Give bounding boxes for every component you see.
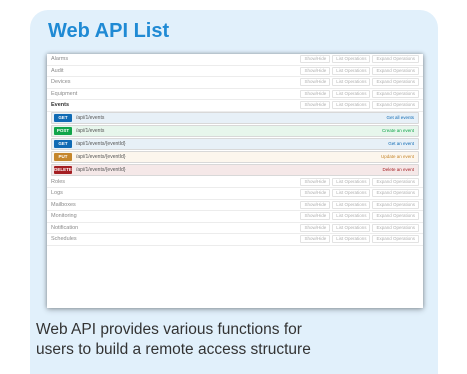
list-operations-link[interactable]: List Operations (332, 212, 371, 221)
endpoint-description: Get an event (388, 141, 414, 146)
expand-operations-link[interactable]: Expand Operations (372, 66, 419, 75)
endpoint-description: Update an event (380, 154, 414, 159)
list-operations-link[interactable]: List Operations (332, 177, 371, 186)
api-group-name: Logs (51, 190, 63, 197)
list-operations-link[interactable]: List Operations (332, 235, 371, 244)
api-group-row[interactable]: Monitoring Show/Hide List Operations Expand… (47, 211, 423, 223)
http-method-badge: POST (54, 126, 72, 135)
api-group-name: Mailboxes (51, 201, 76, 208)
api-group-name: Roles (51, 178, 66, 185)
api-group-row[interactable]: Alarms Show/Hide List Operations Expand Ope… (47, 54, 423, 66)
show-hide-link[interactable]: Show/Hide (300, 66, 331, 75)
api-group-actions: Show/Hide List Operations Expand Operation… (300, 235, 423, 244)
show-hide-link[interactable]: Show/Hide (300, 177, 331, 186)
endpoint-path: /api/1/events/{eventId} (76, 140, 126, 147)
api-group-name: Notification (51, 224, 79, 231)
show-hide-link[interactable]: Show/Hide (300, 78, 331, 87)
caption-line-2: users to build a remote access structure (36, 341, 311, 358)
http-method-badge: DELETE (54, 165, 72, 174)
api-group-actions: Show/Hide List Operations Expand Operati… (300, 101, 423, 110)
list-operations-link[interactable]: List Operations (332, 223, 371, 232)
show-hide-link[interactable]: Show/Hide (300, 223, 331, 232)
api-group-actions: Show/Hide List Operations Expand Operation… (300, 189, 423, 198)
endpoint-row[interactable]: POST/api/1/events Create an event (51, 124, 419, 137)
api-group-actions: Show/Hide List Operations Expand Operation… (300, 177, 423, 186)
list-operations-link[interactable]: List Operations (332, 66, 371, 75)
endpoint-row[interactable]: DELETE/api/1/events/{eventId} Delete an e… (51, 163, 419, 176)
api-group-active[interactable]: Events Show/Hide List Operations Expand … (47, 100, 423, 112)
expand-operations-link[interactable]: Expand Operations (372, 212, 419, 221)
list-operations-link[interactable]: List Operations (332, 189, 371, 198)
list-operations-link[interactable]: List Operations (332, 89, 371, 98)
show-hide-link[interactable]: Show/Hide (300, 200, 331, 209)
expand-operations-link[interactable]: Expand Operations (372, 89, 419, 98)
list-operations-link[interactable]: List Operations (332, 200, 371, 209)
api-group-name: Events (51, 102, 70, 109)
api-group-row[interactable]: Devices Show/Hide List Operations Expand Op… (47, 77, 423, 89)
endpoint-path: /api/1/events (76, 114, 105, 121)
show-hide-link[interactable]: Show/Hide (300, 189, 331, 198)
http-method-badge: GET (54, 139, 72, 148)
api-group-actions: Show/Hide List Operations Expand Operation… (300, 78, 423, 87)
show-hide-link[interactable]: Show/Hide (300, 235, 331, 244)
expand-operations-link[interactable]: Expand Operations (372, 200, 419, 209)
endpoint-row[interactable]: PUT/api/1/events/{eventId} Update an even… (51, 150, 419, 163)
web-api-card: Web API List Alarms Show/Hide List Operati… (30, 10, 438, 374)
expand-operations-link[interactable]: Expand Operations (372, 177, 419, 186)
api-group-name: Monitoring (51, 213, 77, 220)
caption-line-1: Web API provides various functions for (36, 321, 302, 338)
list-operations-link[interactable]: List Operations (332, 101, 371, 110)
http-method-badge: GET (54, 113, 72, 122)
api-group-row[interactable]: Equipment Show/Hide List Operations Expand … (47, 89, 423, 100)
show-hide-link[interactable]: Show/Hide (300, 212, 331, 221)
expand-operations-link[interactable]: Expand Operations (372, 78, 419, 87)
api-group-name: Alarms (51, 56, 69, 63)
api-group-row[interactable]: Roles Show/Hide List Operations Expand Oper… (47, 177, 423, 188)
expand-operations-link[interactable]: Expand Operations (372, 101, 419, 110)
endpoint-path: /api/1/events/{eventId} (76, 153, 126, 160)
api-group-list-bottom: Roles Show/Hide List Operations Expand Oper… (47, 177, 423, 246)
api-group-name: Schedules (51, 236, 77, 243)
api-group-actions: Show/Hide List Operations Expand Operation… (300, 200, 423, 209)
endpoint-description: Delete an event (382, 167, 414, 172)
endpoint-description: Get all events (386, 115, 414, 120)
card-title: Web API List (48, 20, 170, 42)
api-group-actions: Show/Hide List Operations Expand Operation… (300, 55, 423, 64)
api-group-actions: Show/Hide List Operations Expand Operation… (300, 223, 423, 232)
http-method-badge: PUT (54, 152, 72, 161)
api-group-row[interactable]: Schedules Show/Hide List Operations Expand … (47, 234, 423, 246)
show-hide-link[interactable]: Show/Hide (300, 101, 331, 110)
api-group-row[interactable]: Logs Show/Hide List Operations Expand Opera… (47, 188, 423, 200)
api-group-list-top: Alarms Show/Hide List Operations Expand Ope… (47, 54, 423, 100)
api-group-name: Devices (51, 79, 71, 86)
card-caption: Web API provides various functions for u… (36, 320, 436, 360)
api-group-name: Equipment (51, 90, 78, 97)
api-group-actions: Show/Hide List Operations Expand Operation… (300, 66, 423, 75)
endpoint-row[interactable]: GET/api/1/events Get all events (51, 111, 419, 124)
endpoint-path: /api/1/events/{eventId} (76, 166, 126, 173)
endpoint-description: Create an event (381, 128, 414, 133)
show-hide-link[interactable]: Show/Hide (300, 89, 331, 98)
endpoint-row[interactable]: GET/api/1/events/{eventId} Get an event (51, 137, 419, 150)
list-operations-link[interactable]: List Operations (332, 55, 371, 64)
expand-operations-link[interactable]: Expand Operations (372, 189, 419, 198)
expand-operations-link[interactable]: Expand Operations (372, 223, 419, 232)
api-list-screenshot: Alarms Show/Hide List Operations Expand Ope… (47, 54, 423, 308)
show-hide-link[interactable]: Show/Hide (300, 55, 331, 64)
expand-operations-link[interactable]: Expand Operations (372, 235, 419, 244)
api-group-row[interactable]: Audit Show/Hide List Operations Expand Oper… (47, 66, 423, 77)
api-group-row[interactable]: Notification Show/Hide List Operations Expa… (47, 223, 423, 234)
api-group-row[interactable]: Mailboxes Show/Hide List Operations Expand … (47, 200, 423, 211)
expand-operations-link[interactable]: Expand Operations (372, 55, 419, 64)
endpoint-list: GET/api/1/events Get all events POST/api/1… (47, 111, 423, 176)
api-group-actions: Show/Hide List Operations Expand Operation… (300, 89, 423, 98)
endpoint-path: /api/1/events (76, 127, 105, 134)
list-operations-link[interactable]: List Operations (332, 78, 371, 87)
api-group-name: Audit (51, 67, 64, 74)
api-group-actions: Show/Hide List Operations Expand Operation… (300, 212, 423, 221)
